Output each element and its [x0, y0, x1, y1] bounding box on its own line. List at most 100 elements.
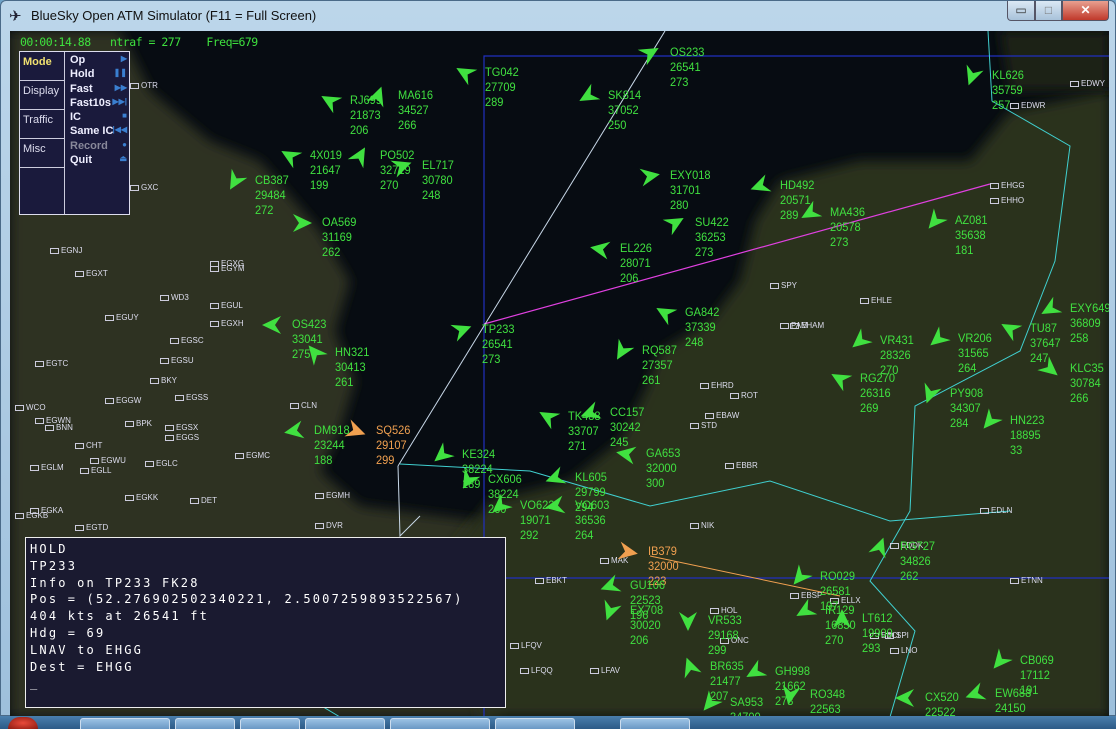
aircraft-altitude: 30784 [1070, 376, 1101, 390]
waypoint-icon [790, 592, 799, 599]
waypoint-egll: EGLL [80, 466, 111, 475]
aircraft-callsign: TP233 [482, 322, 515, 336]
taskbar-item[interactable] [495, 718, 575, 729]
aircraft-callsign: GA842 [685, 305, 720, 319]
aircraft-speed: 270 [380, 178, 399, 192]
menu-tab-display[interactable]: Display [20, 81, 64, 110]
aircraft-speed: 206 [630, 633, 649, 647]
waypoint-label: EHLE [871, 296, 892, 305]
aircraft-icon [293, 214, 312, 232]
aircraft-label: RG270 26316 269 [860, 371, 895, 416]
aircraft-callsign: CB387 [255, 173, 289, 187]
waypoint-label: EBAW [716, 411, 740, 420]
waypoint-icon [860, 297, 869, 304]
waypoint-icon [210, 320, 219, 327]
sim-time: 00:00:14.88 [20, 35, 91, 49]
aircraft-icon [545, 495, 566, 514]
waypoint-icon [315, 492, 324, 499]
waypoint-eggs: EGGS [165, 433, 199, 442]
menu-item-ic[interactable]: IC ■ [66, 111, 130, 125]
waypoint-wd3: WD3 [160, 293, 189, 302]
menu-tab-misc[interactable]: Misc [20, 139, 64, 168]
radar-map[interactable]: OTR GXC EGNJ EGXT EGXG EGYM WD3 EGUY EGUL EGSC EGX… [10, 31, 1109, 717]
waypoint-spy: SPY [770, 281, 797, 290]
menu-item-icon: ⏏ [119, 154, 127, 164]
aircraft-label: LT612 19900 293 [862, 611, 893, 656]
aircraft-altitude: 30020 [630, 618, 661, 632]
aircraft-altitude: 30242 [610, 420, 641, 434]
menu-item-hold[interactable]: Hold ❚❚ [66, 68, 130, 82]
minimize-button[interactable]: ▭ [1007, 1, 1035, 21]
menu-item-same-ic[interactable]: Same IC |◀◀ [66, 125, 130, 139]
waypoint-egul: EGUL [210, 301, 243, 310]
aircraft-callsign: VO603 [575, 498, 610, 512]
waypoint-egsx: EGSX [165, 423, 198, 432]
waypoint-icon [510, 642, 519, 649]
waypoint-ebbr: EBBR [725, 461, 758, 470]
airplane-app-icon: ✈ [9, 8, 22, 25]
aircraft-speed: 264 [958, 361, 977, 375]
aircraft-callsign: OS233 [670, 45, 705, 59]
taskbar-item[interactable] [80, 718, 170, 729]
waypoint-label: BPK [136, 419, 153, 428]
command-console[interactable]: HOLD TP233 Info on TP233 FK28 Pos = (52.276… [25, 537, 506, 708]
aircraft-callsign: EL226 [620, 241, 652, 255]
menu-item-quit[interactable]: Quit ⏏ [66, 154, 130, 168]
console-line: 404 kts at 26541 ft [30, 609, 210, 624]
aircraft-speed: 188 [314, 453, 333, 467]
waypoint-label: EHRD [711, 381, 734, 390]
waypoint-egmh: EGMH [315, 491, 350, 500]
waypoint-icon [75, 524, 84, 531]
maximize-button[interactable]: □ [1035, 1, 1062, 21]
taskbar-item[interactable] [240, 718, 300, 729]
menu-item-fast[interactable]: Fast ▶▶ [66, 83, 130, 97]
aircraft-altitude: 28326 [880, 348, 911, 362]
waypoint-icon [1070, 80, 1079, 87]
aircraft-altitude: 34826 [900, 554, 931, 568]
aircraft-speed: 266 [1070, 391, 1089, 405]
aircraft-label: 4X019 21647 199 [310, 148, 342, 193]
waypoint-label: LFQV [521, 641, 542, 650]
menu-item-record[interactable]: Record ● [66, 140, 130, 154]
menu-item-fast10s[interactable]: Fast10s ▶▶| [66, 97, 130, 111]
waypoint-rot: ROT [730, 391, 758, 400]
title-bar[interactable]: ✈ BlueSky Open ATM Simulator (F11 = Full… [1, 1, 1115, 31]
taskbar-item[interactable] [305, 718, 385, 729]
waypoint-bpk: BPK [125, 419, 152, 428]
taskbar-item[interactable] [620, 718, 690, 729]
waypoint-ebaw: EBAW [705, 411, 739, 420]
menu-tab-traffic[interactable]: Traffic [20, 110, 64, 139]
waypoint-lfqq: LFQQ [520, 666, 553, 675]
waypoint-icon [90, 457, 99, 464]
aircraft-altitude: 37647 [1030, 336, 1061, 350]
aircraft-altitude: 19900 [862, 626, 893, 640]
aircraft-icon [639, 168, 660, 187]
waypoint-label: EGTD [86, 523, 109, 532]
aircraft-speed: 299 [708, 643, 727, 657]
menu-item-op[interactable]: Op ▶ [66, 54, 130, 68]
aircraft-callsign: RO029 [820, 569, 855, 583]
aircraft-speed: 300 [646, 476, 665, 490]
waypoint-icon [175, 394, 184, 401]
menu-item-label: Hold [70, 68, 95, 81]
taskbar-item[interactable] [390, 718, 490, 729]
console-line: Info on TP233 FK28 [30, 575, 200, 590]
waypoint-etnn: ETNN [1010, 576, 1043, 585]
aircraft-altitude: 30413 [335, 360, 366, 374]
aircraft-label: EW68824150191 [995, 686, 1031, 717]
aircraft-speed: 262 [322, 245, 341, 259]
menu-tab-mode[interactable]: Mode [20, 52, 64, 81]
waypoint-label: EHHO [1001, 196, 1025, 205]
waypoint-icon [15, 512, 24, 519]
waypoint-icon [700, 382, 709, 389]
taskbar-item[interactable] [175, 718, 235, 729]
waypoint-label: CHT [86, 441, 103, 450]
aircraft-label: OS233 26541 273 [670, 45, 704, 90]
aircraft-callsign: CB069 [1020, 653, 1054, 667]
taskbar [0, 716, 1116, 729]
close-button[interactable]: ✕ [1062, 1, 1109, 21]
aircraft-altitude: 26581 [820, 584, 851, 598]
start-button[interactable] [8, 717, 38, 729]
aircraft-callsign: 4X019 [310, 148, 342, 162]
aircraft-speed: 299 [376, 453, 395, 467]
